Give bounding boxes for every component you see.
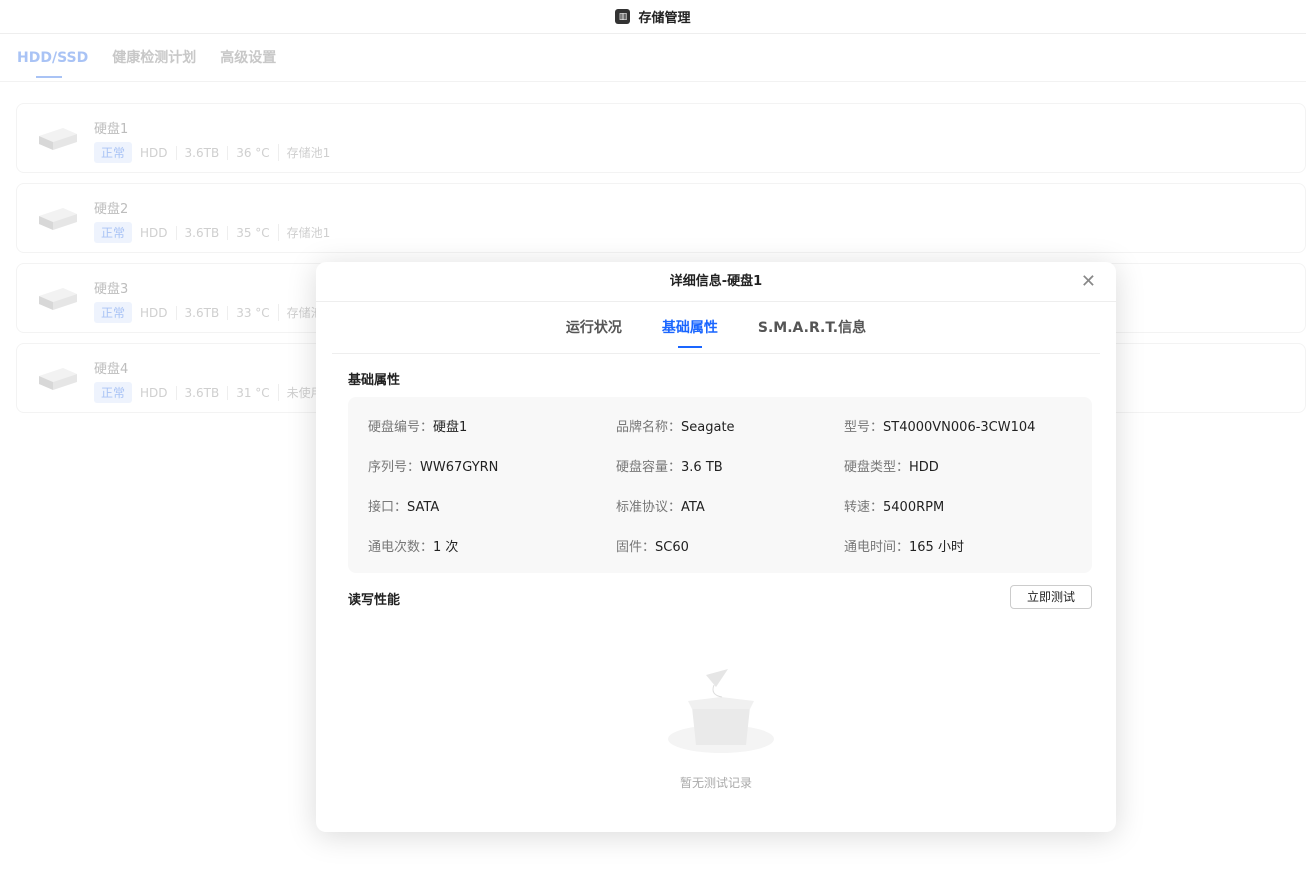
property-value: 1 次 bbox=[433, 539, 459, 555]
tab-advanced[interactable]: 高级设置 bbox=[220, 34, 276, 82]
property-row: 硬盘编号：硬盘1 品牌名称：Seagate 型号：ST4000VN006-3CW10… bbox=[368, 405, 1072, 445]
status-badge: 正常 bbox=[94, 222, 133, 243]
dialog-title: 详细信息-硬盘1 bbox=[669, 274, 763, 289]
disk-meta: 正常 HDD 3.6TB 36 °C 存储池1 bbox=[94, 142, 338, 163]
property-value: ATA bbox=[681, 499, 705, 515]
disk-size: 3.6TB bbox=[175, 225, 228, 240]
disk-detail-dialog: 详细信息-硬盘1 ✕ 运行状况 基础属性 S.M.A.R.T.信息 基础属性 硬… bbox=[316, 262, 1116, 832]
perf-section-title: 读写性能 bbox=[348, 593, 401, 608]
disk-meta: 正常 HDD 3.6TB 35 °C 存储池1 bbox=[94, 222, 338, 243]
hard-disk-icon bbox=[39, 128, 77, 150]
property-value: HDD bbox=[909, 459, 939, 475]
disk-size: 3.6TB bbox=[175, 385, 228, 400]
property-value: Seagate bbox=[681, 419, 735, 435]
property-item: 硬盘编号：硬盘1 bbox=[368, 416, 616, 435]
property-item: 品牌名称：Seagate bbox=[616, 416, 844, 435]
dialog-header: 详细信息-硬盘1 ✕ bbox=[316, 262, 1116, 302]
disk-name: 硬盘3 bbox=[94, 282, 129, 297]
property-item: 型号：ST4000VN006-3CW104 bbox=[844, 416, 1035, 435]
property-value: SC60 bbox=[655, 539, 689, 555]
status-badge: 正常 bbox=[94, 142, 133, 163]
disk-pool: 存储池1 bbox=[277, 144, 339, 161]
tab-running-status[interactable]: 运行状况 bbox=[566, 302, 622, 354]
property-item: 转速：5400RPM bbox=[844, 496, 944, 515]
property-value: 165 小时 bbox=[909, 539, 964, 555]
disk-meta: 正常 HDD 3.6TB 33 °C 存储池1 bbox=[94, 302, 338, 323]
property-label: 型号： bbox=[844, 419, 884, 435]
status-badge: 正常 bbox=[94, 302, 133, 323]
title-bar: ▥ 存储管理 bbox=[0, 0, 1306, 34]
property-item: 通电时间：165 小时 bbox=[844, 536, 964, 555]
property-label: 硬盘类型： bbox=[844, 459, 910, 475]
status-badge: 正常 bbox=[94, 382, 133, 403]
property-label: 品牌名称： bbox=[616, 419, 682, 435]
hard-disk-icon bbox=[39, 368, 77, 390]
property-item: 通电次数：1 次 bbox=[368, 536, 616, 555]
storage-app-icon: ▥ bbox=[615, 9, 631, 24]
disk-size: 3.6TB bbox=[175, 305, 228, 320]
dialog-tabs: 运行状况 基础属性 S.M.A.R.T.信息 bbox=[332, 302, 1100, 354]
property-item: 接口：SATA bbox=[368, 496, 616, 515]
property-label: 转速： bbox=[844, 499, 884, 515]
property-item: 固件：SC60 bbox=[616, 536, 844, 555]
disk-temp: 36 °C bbox=[227, 145, 277, 160]
basic-section-title: 基础属性 bbox=[348, 373, 401, 388]
basic-properties-grid: 硬盘编号：硬盘1 品牌名称：Seagate 型号：ST4000VN006-3CW10… bbox=[348, 397, 1092, 573]
main-tabs: HDD/SSD 健康检测计划 高级设置 bbox=[0, 34, 1306, 82]
disk-meta: 正常 HDD 3.6TB 31 °C 未使用 bbox=[94, 382, 331, 403]
property-row: 接口：SATA 标准协议：ATA 转速：5400RPM bbox=[368, 485, 1072, 525]
property-label: 通电时间： bbox=[844, 539, 910, 555]
property-item: 序列号：WW67GYRN bbox=[368, 456, 616, 475]
property-label: 接口： bbox=[368, 499, 408, 515]
disk-name: 硬盘2 bbox=[94, 202, 129, 217]
property-label: 标准协议： bbox=[616, 499, 682, 515]
property-row: 序列号：WW67GYRN 硬盘容量：3.6 TB 硬盘类型：HDD bbox=[368, 445, 1072, 485]
disk-temp: 31 °C bbox=[227, 385, 277, 400]
property-value: 5400RPM bbox=[883, 499, 945, 515]
disk-temp: 33 °C bbox=[227, 305, 277, 320]
empty-text: 暂无测试记录 bbox=[679, 776, 752, 790]
property-value: WW67GYRN bbox=[420, 459, 499, 475]
test-now-button[interactable]: 立即测试 bbox=[1010, 585, 1092, 609]
hard-disk-icon bbox=[39, 208, 77, 230]
property-label: 序列号： bbox=[368, 459, 421, 475]
disk-card[interactable]: 硬盘1 正常 HDD 3.6TB 36 °C 存储池1 bbox=[16, 103, 1306, 173]
tab-smart-info[interactable]: S.M.A.R.T.信息 bbox=[758, 302, 866, 354]
property-label: 硬盘编号： bbox=[368, 419, 434, 435]
property-value: 3.6 TB bbox=[681, 459, 723, 475]
property-item: 标准协议：ATA bbox=[616, 496, 844, 515]
property-label: 硬盘容量： bbox=[616, 459, 682, 475]
property-value: 硬盘1 bbox=[433, 419, 468, 435]
property-label: 通电次数： bbox=[368, 539, 434, 555]
property-value: ST4000VN006-3CW104 bbox=[883, 419, 1036, 435]
tab-hdd-ssd[interactable]: HDD/SSD bbox=[17, 34, 88, 82]
property-item: 硬盘类型：HDD bbox=[844, 456, 939, 475]
close-icon[interactable]: ✕ bbox=[1081, 262, 1096, 302]
disk-size: 3.6TB bbox=[175, 145, 228, 160]
empty-box-icon bbox=[668, 669, 774, 753]
tab-health-plan[interactable]: 健康检测计划 bbox=[112, 34, 196, 82]
disk-type: HDD bbox=[140, 305, 168, 320]
hard-disk-icon bbox=[39, 288, 77, 310]
disk-temp: 35 °C bbox=[227, 225, 277, 240]
disk-pool: 存储池1 bbox=[277, 224, 339, 241]
disk-type: HDD bbox=[140, 145, 168, 160]
window-title: 存储管理 bbox=[638, 11, 691, 26]
disk-card[interactable]: 硬盘2 正常 HDD 3.6TB 35 °C 存储池1 bbox=[16, 183, 1306, 253]
property-row: 通电次数：1 次固件：SC60 通电时间：165 小时 bbox=[368, 525, 1072, 565]
disk-name: 硬盘4 bbox=[94, 362, 129, 377]
disk-type: HDD bbox=[140, 385, 168, 400]
property-label: 固件： bbox=[616, 539, 656, 555]
property-item: 硬盘容量：3.6 TB bbox=[616, 456, 844, 475]
property-value: SATA bbox=[407, 499, 440, 515]
tab-basic-properties[interactable]: 基础属性 bbox=[662, 302, 718, 354]
disk-name: 硬盘1 bbox=[94, 122, 129, 137]
disk-type: HDD bbox=[140, 225, 168, 240]
